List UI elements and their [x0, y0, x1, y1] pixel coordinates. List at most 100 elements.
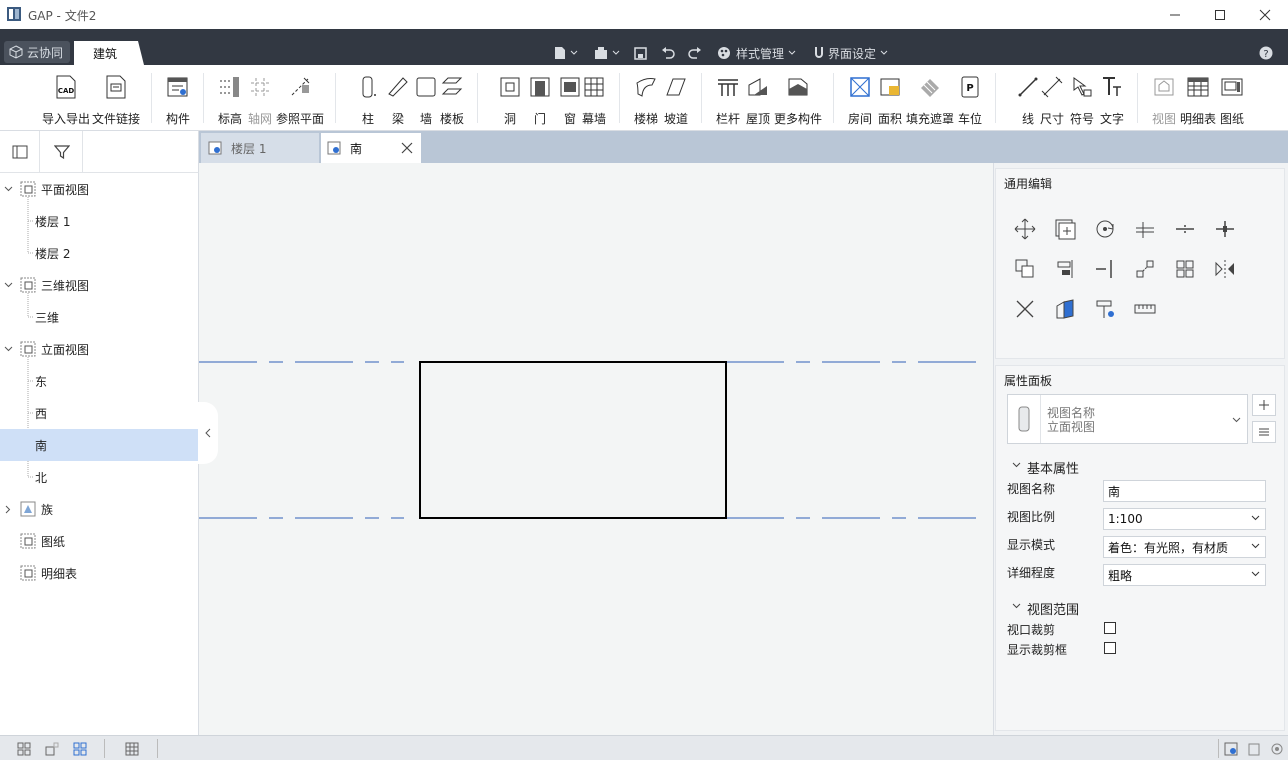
- tree-node-3d[interactable]: 三维: [0, 301, 198, 333]
- tree-node-plan-views[interactable]: 平面视图: [0, 173, 198, 205]
- chevron-down-icon[interactable]: [3, 280, 13, 290]
- crop-view-checkbox[interactable]: [1104, 622, 1116, 634]
- view-button[interactable]: 视图: [1152, 71, 1176, 127]
- filter-button[interactable]: [41, 131, 83, 172]
- new-file-button[interactable]: [554, 44, 578, 62]
- open-button[interactable]: [594, 44, 620, 62]
- ui-settings-menu[interactable]: 界面设定: [814, 44, 888, 62]
- drawing-canvas[interactable]: [199, 163, 993, 735]
- layout-grid-icon[interactable]: [17, 742, 31, 756]
- rotate-button[interactable]: [1093, 217, 1117, 241]
- minimize-button[interactable]: [1152, 0, 1198, 29]
- move-button[interactable]: [1013, 217, 1037, 241]
- mirror-copy-button[interactable]: [1013, 257, 1037, 281]
- toggle-panel-button[interactable]: [0, 131, 40, 172]
- style-management-menu[interactable]: 样式管理: [717, 44, 796, 62]
- beam-button[interactable]: 梁: [386, 71, 410, 127]
- undo-button[interactable]: [661, 44, 675, 62]
- collapse-panel-button[interactable]: [198, 402, 218, 464]
- tree-node-3d-views[interactable]: 三维视图: [0, 269, 198, 301]
- tree-node-elevation-views[interactable]: 立面视图: [0, 333, 198, 365]
- settings-status-icon[interactable]: [1270, 742, 1284, 756]
- tree-node-family[interactable]: 族: [0, 493, 198, 525]
- parking-button[interactable]: P 车位: [958, 71, 982, 127]
- save-button[interactable]: [634, 44, 647, 62]
- scale-button[interactable]: [1053, 297, 1077, 321]
- schedule-button[interactable]: 明细表: [1180, 71, 1216, 127]
- display-mode-select[interactable]: 着色：有光照，有材质: [1103, 536, 1266, 558]
- help-button[interactable]: ?: [1259, 44, 1273, 62]
- tab-level1[interactable]: 楼层 1: [201, 133, 319, 163]
- grid-button[interactable]: 轴网: [248, 71, 272, 127]
- detail-level-select[interactable]: 粗略: [1103, 564, 1266, 586]
- edit-type-button[interactable]: [1252, 421, 1276, 443]
- copy-button[interactable]: [1053, 217, 1077, 241]
- measure-button[interactable]: [1133, 297, 1157, 321]
- close-icon[interactable]: [401, 142, 413, 154]
- crop-box-checkbox[interactable]: [1104, 642, 1116, 654]
- opening-button[interactable]: 洞: [498, 71, 522, 127]
- more-components-button[interactable]: 更多构件: [774, 71, 822, 127]
- column-button[interactable]: 柱: [356, 71, 380, 127]
- view-status-icon[interactable]: [1224, 742, 1238, 756]
- model-icon[interactable]: [1247, 742, 1261, 756]
- window-button[interactable]: 窗: [558, 71, 582, 127]
- snap-icon[interactable]: [45, 742, 59, 756]
- trim-button[interactable]: [1173, 217, 1197, 241]
- tree-node-east[interactable]: 东: [0, 365, 198, 397]
- chevron-down-icon[interactable]: [3, 184, 13, 194]
- level-button[interactable]: 标高: [218, 71, 242, 127]
- chevron-down-icon[interactable]: [1012, 462, 1021, 468]
- offset-button[interactable]: [1133, 217, 1157, 241]
- slab-button[interactable]: 楼板: [440, 71, 464, 127]
- ramp-button[interactable]: 坡道: [664, 71, 688, 127]
- delete-button[interactable]: [1013, 297, 1037, 321]
- tree-node-level2[interactable]: 楼层 2: [0, 237, 198, 269]
- tree-node-south[interactable]: 南: [0, 429, 198, 461]
- pin-button[interactable]: [1093, 297, 1117, 321]
- text-button[interactable]: 文字: [1100, 71, 1124, 127]
- chevron-right-icon[interactable]: [3, 504, 13, 514]
- tile-windows-icon[interactable]: [73, 742, 87, 756]
- split-button[interactable]: [1213, 217, 1237, 241]
- redo-button[interactable]: [688, 44, 702, 62]
- sheet-button[interactable]: 图纸: [1220, 71, 1244, 127]
- array-button[interactable]: [1133, 257, 1157, 281]
- view-name-field[interactable]: 南: [1103, 480, 1266, 502]
- fill-mask-button[interactable]: 填充遮罩: [906, 71, 954, 127]
- chevron-down-icon[interactable]: [3, 344, 13, 354]
- curtain-wall-button[interactable]: 幕墙: [582, 71, 606, 127]
- mirror-button[interactable]: [1213, 257, 1237, 281]
- stair-button[interactable]: 楼梯: [634, 71, 658, 127]
- import-export-button[interactable]: CAD 导入导出: [42, 71, 90, 127]
- symbol-button[interactable]: 符号: [1070, 71, 1094, 127]
- tree-node-north[interactable]: 北: [0, 461, 198, 493]
- area-button[interactable]: 面积: [878, 71, 902, 127]
- extend-button[interactable]: [1093, 257, 1117, 281]
- view-scale-select[interactable]: 1:100: [1103, 508, 1266, 530]
- component-button[interactable]: 构件: [166, 71, 190, 127]
- roof-button[interactable]: 屋顶: [746, 71, 770, 127]
- tab-south[interactable]: 南: [321, 133, 421, 163]
- add-type-button[interactable]: [1252, 394, 1276, 416]
- tree-node-sheets[interactable]: 图纸: [0, 525, 198, 557]
- wall-button[interactable]: 墙: [414, 71, 438, 127]
- chevron-down-icon[interactable]: [1012, 603, 1021, 609]
- room-button[interactable]: 房间: [848, 71, 872, 127]
- tree-node-schedules[interactable]: 明细表: [0, 557, 198, 589]
- line-button[interactable]: 线: [1016, 71, 1040, 127]
- door-button[interactable]: 门: [528, 71, 552, 127]
- maximize-button[interactable]: [1197, 0, 1243, 29]
- close-window-button[interactable]: [1242, 0, 1288, 29]
- tab-architecture[interactable]: 建筑: [74, 41, 144, 65]
- cloud-collab-button[interactable]: 云协同: [4, 41, 70, 63]
- dimension-button[interactable]: 尺寸: [1040, 71, 1064, 127]
- tree-node-west[interactable]: 西: [0, 397, 198, 429]
- tree-node-level1[interactable]: 楼层 1: [0, 205, 198, 237]
- table-icon[interactable]: [125, 742, 139, 756]
- ref-plane-button[interactable]: 参照平面: [276, 71, 324, 127]
- align-button[interactable]: [1053, 257, 1077, 281]
- railing-button[interactable]: 栏杆: [716, 71, 740, 127]
- file-link-button[interactable]: 文件链接: [92, 71, 140, 127]
- group-button[interactable]: [1173, 257, 1197, 281]
